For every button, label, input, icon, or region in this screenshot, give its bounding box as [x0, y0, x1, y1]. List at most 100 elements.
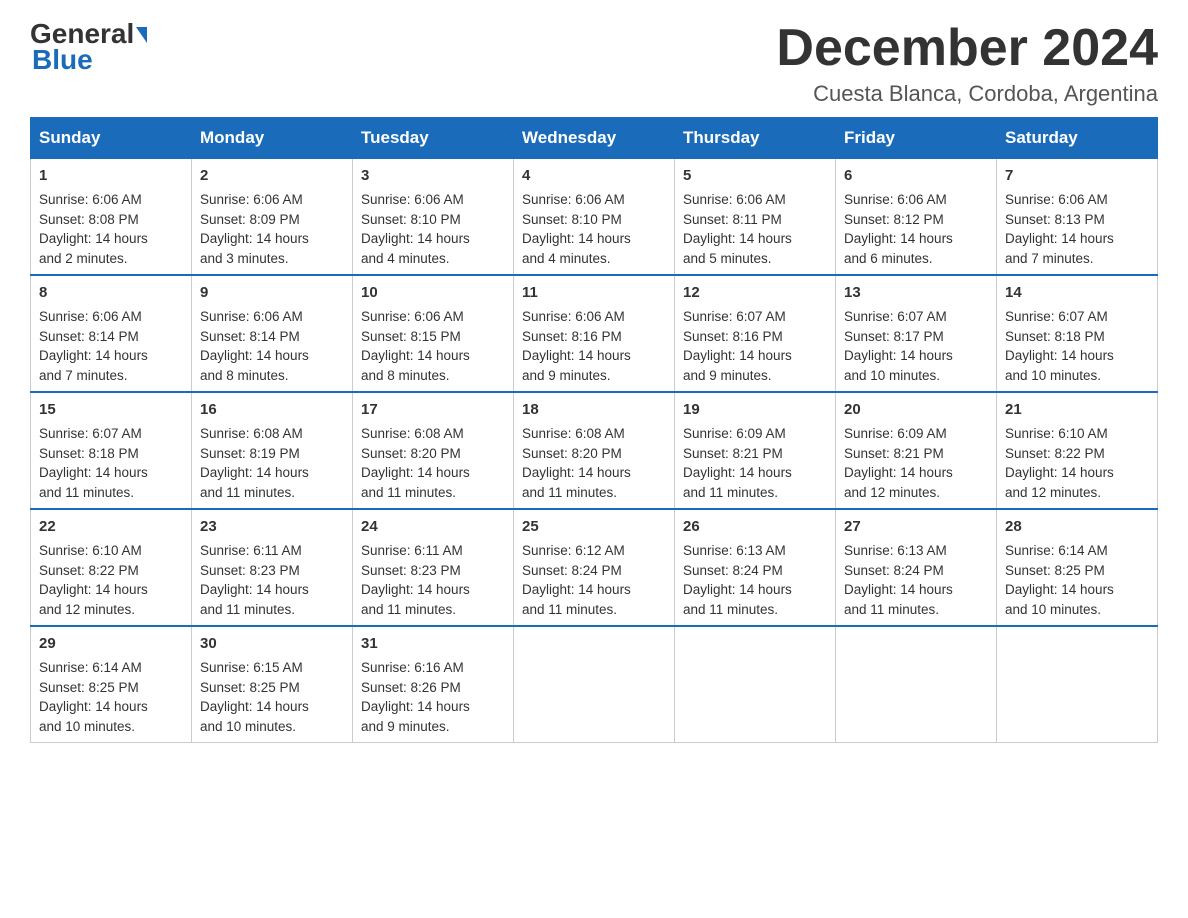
- day-number: 28: [1005, 516, 1149, 538]
- table-row: 4Sunrise: 6:06 AMSunset: 8:10 PMDaylight…: [514, 159, 675, 276]
- day-number: 17: [361, 399, 505, 421]
- daylight-minutes: and 8 minutes.: [361, 368, 450, 383]
- day-number: 24: [361, 516, 505, 538]
- day-number: 9: [200, 282, 344, 304]
- daylight-label: Daylight: 14 hours: [200, 465, 309, 480]
- daylight-label: Daylight: 14 hours: [200, 582, 309, 597]
- calendar-table: Sunday Monday Tuesday Wednesday Thursday…: [30, 117, 1158, 743]
- day-number: 19: [683, 399, 827, 421]
- daylight-minutes: and 10 minutes.: [39, 719, 135, 734]
- col-tuesday: Tuesday: [353, 118, 514, 159]
- daylight-label: Daylight: 14 hours: [844, 348, 953, 363]
- logo: General Blue: [30, 20, 147, 76]
- daylight-minutes: and 7 minutes.: [39, 368, 128, 383]
- sunset-label: Sunset: 8:10 PM: [522, 212, 622, 227]
- table-row: 10Sunrise: 6:06 AMSunset: 8:15 PMDayligh…: [353, 275, 514, 392]
- sunset-label: Sunset: 8:14 PM: [200, 329, 300, 344]
- sunset-label: Sunset: 8:21 PM: [844, 446, 944, 461]
- table-row: 26Sunrise: 6:13 AMSunset: 8:24 PMDayligh…: [675, 509, 836, 626]
- sunset-label: Sunset: 8:22 PM: [39, 563, 139, 578]
- daylight-minutes: and 5 minutes.: [683, 251, 772, 266]
- daylight-label: Daylight: 14 hours: [200, 699, 309, 714]
- daylight-minutes: and 10 minutes.: [844, 368, 940, 383]
- col-monday: Monday: [192, 118, 353, 159]
- table-row: 31Sunrise: 6:16 AMSunset: 8:26 PMDayligh…: [353, 626, 514, 743]
- table-row: 7Sunrise: 6:06 AMSunset: 8:13 PMDaylight…: [997, 159, 1158, 276]
- day-number: 3: [361, 165, 505, 187]
- daylight-label: Daylight: 14 hours: [522, 348, 631, 363]
- day-number: 29: [39, 633, 183, 655]
- day-number: 25: [522, 516, 666, 538]
- daylight-minutes: and 4 minutes.: [522, 251, 611, 266]
- daylight-minutes: and 10 minutes.: [1005, 602, 1101, 617]
- table-row: 30Sunrise: 6:15 AMSunset: 8:25 PMDayligh…: [192, 626, 353, 743]
- sunrise-label: Sunrise: 6:10 AM: [1005, 426, 1108, 441]
- day-number: 21: [1005, 399, 1149, 421]
- daylight-label: Daylight: 14 hours: [683, 465, 792, 480]
- col-friday: Friday: [836, 118, 997, 159]
- daylight-minutes: and 11 minutes.: [683, 602, 778, 617]
- table-row: 12Sunrise: 6:07 AMSunset: 8:16 PMDayligh…: [675, 275, 836, 392]
- daylight-minutes: and 11 minutes.: [200, 485, 295, 500]
- daylight-minutes: and 11 minutes.: [39, 485, 134, 500]
- page-header: General Blue December 2024 Cuesta Blanca…: [30, 20, 1158, 107]
- sunset-label: Sunset: 8:25 PM: [1005, 563, 1105, 578]
- month-title: December 2024: [776, 20, 1158, 77]
- sunrise-label: Sunrise: 6:11 AM: [361, 543, 463, 558]
- sunset-label: Sunset: 8:23 PM: [361, 563, 461, 578]
- title-block: December 2024 Cuesta Blanca, Cordoba, Ar…: [776, 20, 1158, 107]
- daylight-minutes: and 11 minutes.: [200, 602, 295, 617]
- day-number: 31: [361, 633, 505, 655]
- sunset-label: Sunset: 8:26 PM: [361, 680, 461, 695]
- daylight-label: Daylight: 14 hours: [1005, 348, 1114, 363]
- daylight-label: Daylight: 14 hours: [683, 582, 792, 597]
- sunrise-label: Sunrise: 6:06 AM: [522, 309, 625, 324]
- sunset-label: Sunset: 8:09 PM: [200, 212, 300, 227]
- table-row: [514, 626, 675, 743]
- day-number: 12: [683, 282, 827, 304]
- table-row: 22Sunrise: 6:10 AMSunset: 8:22 PMDayligh…: [31, 509, 192, 626]
- sunset-label: Sunset: 8:14 PM: [39, 329, 139, 344]
- daylight-label: Daylight: 14 hours: [361, 582, 470, 597]
- table-row: 14Sunrise: 6:07 AMSunset: 8:18 PMDayligh…: [997, 275, 1158, 392]
- daylight-label: Daylight: 14 hours: [200, 348, 309, 363]
- daylight-label: Daylight: 14 hours: [200, 231, 309, 246]
- sunrise-label: Sunrise: 6:06 AM: [200, 192, 303, 207]
- daylight-minutes: and 6 minutes.: [844, 251, 933, 266]
- sunrise-label: Sunrise: 6:14 AM: [1005, 543, 1108, 558]
- day-number: 26: [683, 516, 827, 538]
- sunset-label: Sunset: 8:16 PM: [522, 329, 622, 344]
- day-number: 13: [844, 282, 988, 304]
- daylight-minutes: and 9 minutes.: [361, 719, 450, 734]
- col-thursday: Thursday: [675, 118, 836, 159]
- sunrise-label: Sunrise: 6:06 AM: [361, 309, 464, 324]
- table-row: [997, 626, 1158, 743]
- sunset-label: Sunset: 8:22 PM: [1005, 446, 1105, 461]
- daylight-label: Daylight: 14 hours: [1005, 465, 1114, 480]
- day-number: 27: [844, 516, 988, 538]
- table-row: 18Sunrise: 6:08 AMSunset: 8:20 PMDayligh…: [514, 392, 675, 509]
- daylight-minutes: and 3 minutes.: [200, 251, 289, 266]
- daylight-minutes: and 11 minutes.: [683, 485, 778, 500]
- table-row: 5Sunrise: 6:06 AMSunset: 8:11 PMDaylight…: [675, 159, 836, 276]
- sunrise-label: Sunrise: 6:06 AM: [200, 309, 303, 324]
- col-wednesday: Wednesday: [514, 118, 675, 159]
- sunrise-label: Sunrise: 6:12 AM: [522, 543, 625, 558]
- sunrise-label: Sunrise: 6:06 AM: [361, 192, 464, 207]
- sunrise-label: Sunrise: 6:07 AM: [683, 309, 786, 324]
- sunrise-label: Sunrise: 6:06 AM: [844, 192, 947, 207]
- sunset-label: Sunset: 8:17 PM: [844, 329, 944, 344]
- table-row: 13Sunrise: 6:07 AMSunset: 8:17 PMDayligh…: [836, 275, 997, 392]
- daylight-label: Daylight: 14 hours: [39, 465, 148, 480]
- daylight-minutes: and 11 minutes.: [361, 602, 456, 617]
- sunrise-label: Sunrise: 6:06 AM: [683, 192, 786, 207]
- daylight-label: Daylight: 14 hours: [39, 348, 148, 363]
- day-number: 1: [39, 165, 183, 187]
- calendar-header-row: Sunday Monday Tuesday Wednesday Thursday…: [31, 118, 1158, 159]
- daylight-minutes: and 10 minutes.: [1005, 368, 1101, 383]
- sunrise-label: Sunrise: 6:09 AM: [844, 426, 947, 441]
- sunset-label: Sunset: 8:13 PM: [1005, 212, 1105, 227]
- day-number: 14: [1005, 282, 1149, 304]
- location: Cuesta Blanca, Cordoba, Argentina: [776, 81, 1158, 107]
- daylight-label: Daylight: 14 hours: [683, 231, 792, 246]
